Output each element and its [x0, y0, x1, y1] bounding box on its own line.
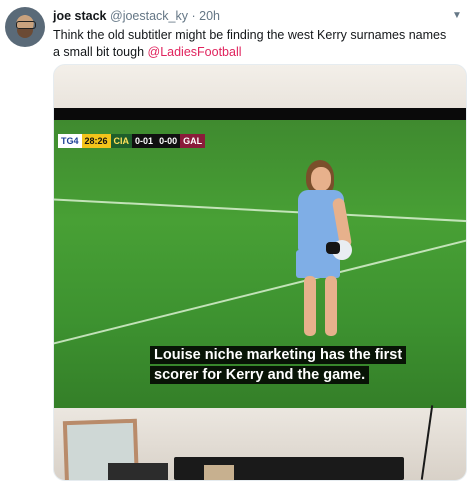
team1-name: CIA	[110, 134, 133, 148]
tv-screen: TG4 28:26 CIA 0-01 0-00 GAL Louise niche	[54, 120, 466, 408]
avatar[interactable]	[5, 7, 45, 47]
subtitle-line-1: Louise niche marketing has the first	[150, 346, 407, 364]
subtitle-caption: Louise niche marketing has the first sco…	[150, 345, 426, 385]
player-head	[311, 167, 331, 191]
player-leg	[304, 276, 316, 336]
team2-name: GAL	[180, 134, 206, 148]
photo-frame	[204, 465, 234, 480]
chevron-down-icon[interactable]: ▼	[452, 10, 462, 21]
team2-score: 0-00	[156, 134, 181, 148]
match-clock: 28:26	[81, 134, 111, 148]
beard-shape	[17, 29, 33, 38]
display-name[interactable]: joe stack	[53, 9, 107, 23]
mention-link[interactable]: @LadiesFootball	[148, 45, 242, 59]
player-glove	[326, 242, 340, 254]
tweet[interactable]: joe stack @joestack_ky · 20h ▼ Think the…	[0, 0, 469, 486]
tweet-body: Think the old subtitler might be finding…	[53, 28, 447, 59]
pitch-line	[54, 197, 466, 225]
tweet-photo[interactable]: TG4 28:26 CIA 0-01 0-00 GAL Louise niche	[53, 64, 467, 481]
player-figure	[292, 160, 362, 340]
player-leg	[325, 276, 337, 336]
handle[interactable]: @joestack_ky	[110, 9, 188, 23]
subtitle-line-2: scorer for Kerry and the game.	[150, 366, 370, 384]
timestamp[interactable]: 20h	[199, 9, 220, 23]
tweet-text: Think the old subtitler might be finding…	[53, 27, 453, 61]
team1-score: 0-01	[132, 134, 157, 148]
tweet-header: joe stack @joestack_ky · 20h	[53, 9, 220, 23]
pitch-line	[176, 395, 466, 408]
scoreboard: TG4 28:26 CIA 0-01 0-00 GAL	[58, 134, 206, 148]
pitch-line	[54, 222, 466, 350]
separator: ·	[191, 9, 196, 23]
photo-frame	[108, 463, 168, 480]
channel-logo: TG4	[58, 134, 82, 148]
glasses-shape	[16, 21, 36, 29]
